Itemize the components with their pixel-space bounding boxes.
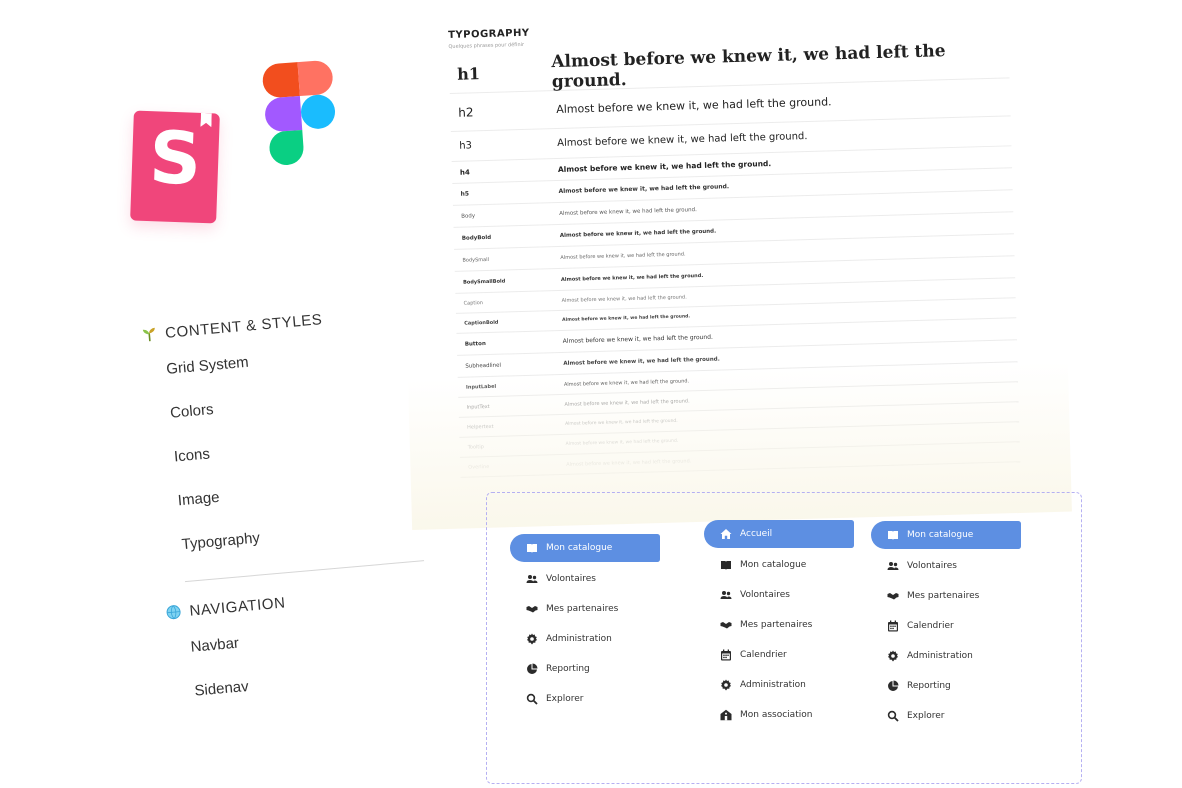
gear-icon bbox=[720, 679, 732, 691]
menu-item-home[interactable]: Accueil bbox=[704, 520, 854, 548]
menu-item-users[interactable]: Volontaires bbox=[510, 564, 660, 594]
menu-item-label: Explorer bbox=[546, 694, 584, 704]
menu-item-label: Explorer bbox=[907, 711, 945, 721]
sidebar-variant-2: Accueil Mon catalogue Volontaires Mes parte… bbox=[704, 520, 854, 730]
menu-item-label: Calendrier bbox=[740, 650, 787, 660]
menu-item-pie-chart[interactable]: Reporting bbox=[510, 654, 660, 684]
typography-style-name: CaptionBold bbox=[464, 319, 499, 327]
typography-sample-text: Almost before we knew it, we had left th… bbox=[560, 272, 704, 283]
menu-item-label: Administration bbox=[907, 651, 973, 661]
handshake-icon bbox=[526, 603, 538, 615]
nav-section-label: NAVIGATION bbox=[188, 593, 287, 620]
typography-sample-text: Almost before we knew it, we had left th… bbox=[560, 250, 686, 261]
book-icon bbox=[526, 542, 538, 554]
book-icon bbox=[887, 529, 899, 541]
typography-style-name: h3 bbox=[459, 140, 473, 152]
menu-item-label: Volontaires bbox=[546, 574, 596, 584]
menu-item-label: Mes partenaires bbox=[546, 604, 619, 614]
menu-item-label: Mon catalogue bbox=[907, 530, 974, 540]
menu-item-handshake[interactable]: Mes partenaires bbox=[510, 594, 660, 624]
menu-item-calendar[interactable]: Calendrier bbox=[704, 640, 854, 670]
pie-chart-icon bbox=[887, 680, 899, 692]
menu-item-gear[interactable]: Administration bbox=[704, 670, 854, 700]
menu-item-label: Mon catalogue bbox=[740, 560, 807, 570]
menu-item-gear[interactable]: Administration bbox=[871, 641, 1021, 671]
typography-style-name: BodyBold bbox=[461, 234, 492, 242]
handshake-icon bbox=[720, 619, 732, 631]
menu-item-handshake[interactable]: Mes partenaires bbox=[871, 581, 1021, 611]
typography-style-name: Button bbox=[464, 340, 486, 348]
menu-item-label: Accueil bbox=[740, 529, 773, 539]
menu-item-label: Reporting bbox=[907, 681, 951, 691]
menu-item-book[interactable]: Mon catalogue bbox=[871, 521, 1021, 549]
menu-item-label: Mes partenaires bbox=[740, 620, 813, 630]
calendar-icon bbox=[887, 620, 899, 632]
menu-item-handshake[interactable]: Mes partenaires bbox=[704, 610, 854, 640]
storybook-letter: S bbox=[147, 115, 203, 201]
gear-icon bbox=[887, 650, 899, 662]
menu-item-building[interactable]: Mon association bbox=[704, 700, 854, 730]
menu-item-calendar[interactable]: Calendrier bbox=[871, 611, 1021, 641]
handshake-icon bbox=[887, 590, 899, 602]
menu-item-users[interactable]: Volontaires bbox=[704, 580, 854, 610]
sprout-icon bbox=[141, 326, 158, 343]
users-icon bbox=[526, 573, 538, 585]
typography-sample-text: Almost before we knew it, we had left th… bbox=[558, 183, 730, 195]
menu-item-search[interactable]: Explorer bbox=[871, 701, 1021, 731]
menu-item-label: Reporting bbox=[546, 664, 590, 674]
users-icon bbox=[887, 560, 899, 572]
sidebar-variant-3: Mon catalogue Volontaires Mes partenaires C… bbox=[871, 521, 1021, 731]
menu-item-book[interactable]: Mon catalogue bbox=[510, 534, 660, 562]
typography-style-name: Caption bbox=[463, 299, 484, 307]
sidebar-variant-1: Mon catalogue Volontaires Mes partenaires A… bbox=[510, 534, 660, 714]
typography-style-name: BodySmall bbox=[462, 256, 490, 264]
building-icon bbox=[720, 709, 732, 721]
typography-sample-text: Almost before we knew it, we had left th… bbox=[562, 314, 691, 323]
pie-chart-icon bbox=[526, 663, 538, 675]
typography-style-name: h4 bbox=[459, 167, 470, 177]
users-icon bbox=[720, 589, 732, 601]
menu-item-label: Volontaires bbox=[740, 590, 790, 600]
typography-style-name: h5 bbox=[460, 190, 470, 198]
typography-sample-text: Almost before we knew it, we had left th… bbox=[556, 95, 832, 117]
book-icon bbox=[720, 559, 732, 571]
globe-icon bbox=[165, 604, 182, 621]
figma-icon bbox=[262, 60, 336, 165]
menu-item-search[interactable]: Explorer bbox=[510, 684, 660, 714]
typography-sample-text: Almost before we knew it, we had left th… bbox=[557, 131, 808, 149]
gear-icon bbox=[526, 633, 538, 645]
menu-item-pie-chart[interactable]: Reporting bbox=[871, 671, 1021, 701]
typography-sample-text: Almost before we knew it, we had left th… bbox=[559, 228, 717, 239]
typography-sample-text: Almost before we knew it, we had left th… bbox=[559, 206, 697, 217]
typography-style-name: BodySmallBold bbox=[462, 277, 506, 286]
menu-item-label: Calendrier bbox=[907, 621, 954, 631]
menu-item-gear[interactable]: Administration bbox=[510, 624, 660, 654]
typography-sample-text: Almost before we knew it, we had left th… bbox=[561, 293, 687, 304]
typography-sample-text: Almost before we knew it, we had left th… bbox=[562, 333, 714, 345]
home-icon bbox=[720, 528, 732, 540]
menu-item-users[interactable]: Volontaires bbox=[871, 551, 1021, 581]
search-icon bbox=[887, 710, 899, 722]
search-icon bbox=[526, 693, 538, 705]
storybook-logo: S bbox=[130, 110, 220, 224]
menu-item-label: Administration bbox=[546, 634, 612, 644]
typography-sample-text: Almost before we knew it, we had left th… bbox=[563, 356, 720, 367]
typography-style-name: Body bbox=[461, 212, 476, 220]
menu-item-label: Mon association bbox=[740, 710, 813, 720]
menu-item-label: Mon catalogue bbox=[546, 543, 613, 553]
menu-item-label: Mes partenaires bbox=[907, 591, 980, 601]
typography-style-name: h2 bbox=[458, 104, 474, 120]
typography-sample-text: Almost before we knew it, we had left th… bbox=[557, 159, 772, 174]
typography-style-name: Subheadlinel bbox=[465, 362, 502, 370]
menu-item-book[interactable]: Mon catalogue bbox=[704, 550, 854, 580]
typography-style-name: h1 bbox=[456, 64, 481, 84]
calendar-icon bbox=[720, 649, 732, 661]
menu-item-label: Volontaires bbox=[907, 561, 957, 571]
menu-item-label: Administration bbox=[740, 680, 806, 690]
